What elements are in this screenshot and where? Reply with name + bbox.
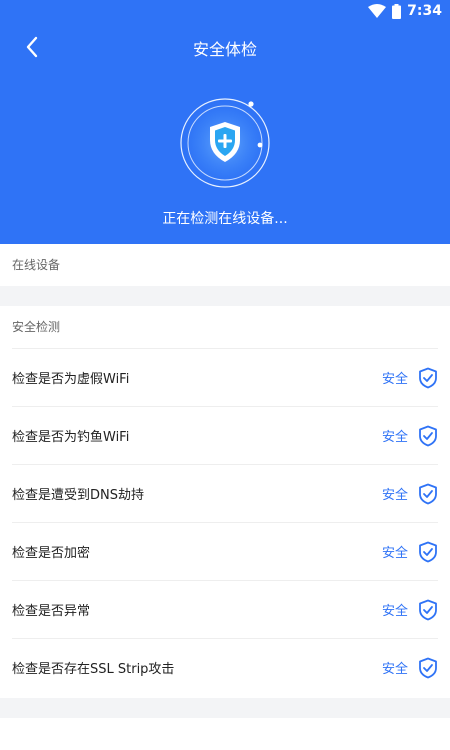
- check-label: 检查是否加密: [12, 546, 91, 561]
- section-label-online: 在线设备: [12, 258, 61, 272]
- scan-dot-2: [257, 142, 263, 148]
- shield-check-icon: [419, 599, 437, 620]
- check-row-phishing-wifi[interactable]: 检查是否为钓鱼WiFi 安全: [12, 406, 438, 464]
- check-label: 检查是否存在SSL Strip攻击: [12, 662, 175, 677]
- check-label: 检查是否为虚假WiFi: [12, 372, 130, 387]
- status-text: 安全: [381, 662, 408, 677]
- shield-check-icon: [419, 425, 437, 446]
- status-text: 安全: [381, 546, 408, 561]
- check-status: 安全: [382, 483, 438, 505]
- check-status: 安全: [382, 541, 438, 563]
- check-row-ssl-strip[interactable]: 检查是否存在SSL Strip攻击 安全: [12, 638, 438, 696]
- shield-check-icon: [419, 367, 437, 388]
- scan-graphic: [170, 88, 280, 198]
- status-icons: 7:34: [368, 3, 442, 19]
- status-text: 安全: [381, 430, 408, 445]
- check-label: 检查是遭受到DNS劫持: [12, 488, 144, 503]
- scan-status-text: 正在检测在线设备...: [162, 211, 288, 227]
- header: 7:34 安全体检 正在检测在线设备...: [0, 0, 450, 244]
- page-title: 安全体检: [192, 40, 257, 59]
- check-row-fake-wifi[interactable]: 检查是否为虚假WiFi 安全: [12, 348, 438, 406]
- status-bar: 7:34: [0, 0, 450, 24]
- bottom-panel: [0, 718, 450, 750]
- scan-dot-1: [248, 101, 254, 107]
- shield-check-icon: [419, 657, 437, 678]
- check-status: 安全: [382, 657, 438, 679]
- shield-check-icon: [419, 483, 437, 504]
- check-label: 检查是否为钓鱼WiFi: [12, 430, 130, 445]
- battery-icon: [392, 3, 402, 19]
- check-row-anomaly[interactable]: 检查是否异常 安全: [12, 580, 438, 638]
- security-check-section: 安全检测 检查是否为虚假WiFi 安全 检查是否为钓鱼WiFi 安全 检查是遭受…: [0, 306, 450, 698]
- status-text: 安全: [381, 604, 408, 619]
- check-row-dns-hijack[interactable]: 检查是遭受到DNS劫持 安全: [12, 464, 438, 522]
- check-status: 安全: [382, 425, 438, 447]
- check-row-encryption[interactable]: 检查是否加密 安全: [12, 522, 438, 580]
- status-time: 7:34: [407, 3, 442, 19]
- check-label: 检查是否异常: [12, 604, 91, 619]
- online-devices-section: 在线设备: [0, 244, 450, 286]
- nav-bar: 安全体检: [0, 24, 450, 70]
- section-label-security: 安全检测: [12, 320, 61, 334]
- check-status: 安全: [382, 599, 438, 621]
- status-text: 安全: [381, 488, 408, 503]
- wifi-icon: [368, 4, 387, 18]
- shield-check-icon: [419, 541, 437, 562]
- status-text: 安全: [381, 372, 408, 387]
- check-status: 安全: [382, 367, 438, 389]
